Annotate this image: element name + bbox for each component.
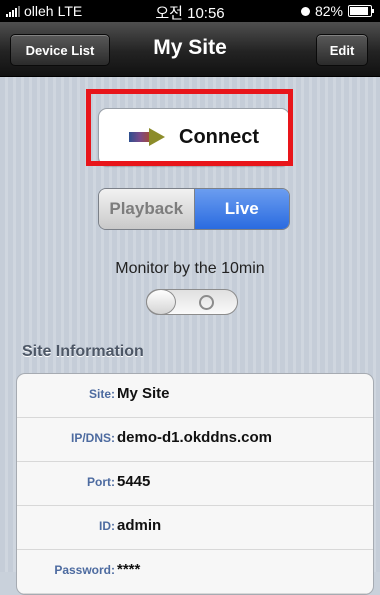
orientation-lock-icon: [300, 6, 310, 16]
status-bar: olleh LTE 오전 10:56 82%: [0, 0, 380, 22]
toggle-knob: [146, 289, 176, 315]
ip-dns-key: IP/DNS:: [70, 431, 115, 445]
port-value: 5445: [117, 473, 151, 490]
mode-segmented-control: Playback Live: [98, 188, 290, 230]
id-key: ID:: [99, 519, 115, 533]
segment-playback[interactable]: Playback: [99, 189, 195, 229]
segment-live[interactable]: Live: [194, 189, 289, 229]
battery-icon: [348, 5, 374, 17]
connect-label: Connect: [179, 125, 259, 148]
monitor-label: Monitor by the 10min: [115, 260, 265, 277]
monitor-toggle[interactable]: [146, 289, 238, 315]
site-information-header: Site Information: [22, 343, 144, 360]
connect-button[interactable]: Connect: [98, 108, 290, 166]
password-value: ****: [117, 561, 141, 578]
site-row[interactable]: Site: My Site: [17, 374, 373, 418]
site-information-table: Site: My Site IP/DNS: demo-d1.okddns.com…: [16, 373, 374, 595]
id-value: admin: [117, 517, 162, 534]
arrow-right-icon: [129, 128, 165, 146]
password-row[interactable]: Password: ****: [17, 550, 373, 594]
site-key: Site:: [88, 387, 115, 401]
ip-dns-row[interactable]: IP/DNS: demo-d1.okddns.com: [17, 418, 373, 462]
id-row[interactable]: ID: admin: [17, 506, 373, 550]
edit-button[interactable]: Edit: [316, 34, 368, 66]
toggle-off-indicator-icon: [199, 295, 214, 310]
site-value: My Site: [117, 385, 170, 402]
port-row[interactable]: Port: 5445: [17, 462, 373, 506]
navigation-bar: Device List My Site Edit: [0, 22, 380, 77]
battery-percent: 82%: [314, 3, 343, 19]
password-key: Password:: [54, 563, 115, 577]
ip-dns-value: demo-d1.okddns.com: [117, 429, 273, 446]
main-content: Connect Playback Live Monitor by the 10m…: [0, 77, 380, 595]
port-key: Port:: [87, 475, 115, 489]
status-right: 82%: [300, 3, 374, 19]
